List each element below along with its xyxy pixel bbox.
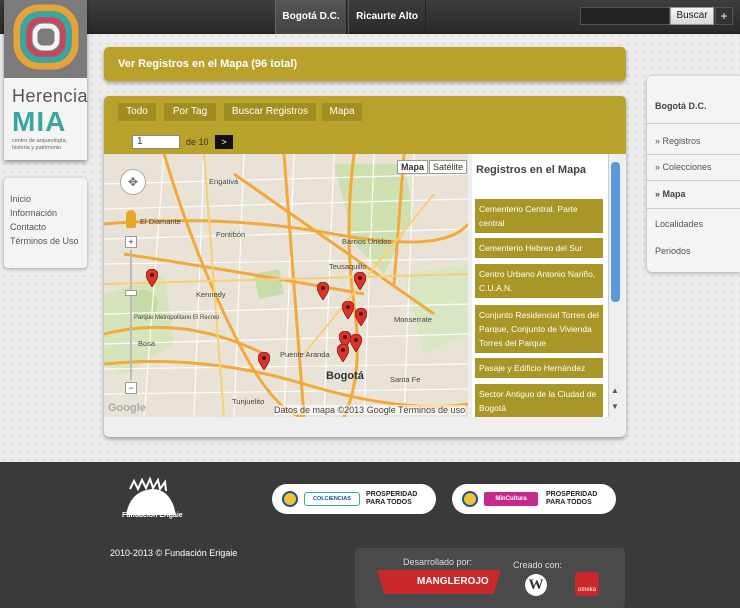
scroll-up-arrow-icon[interactable]: ▲ xyxy=(611,386,619,395)
map-panel: Todo Por Tag Buscar Registros Mapa 1 de … xyxy=(104,96,626,437)
map-type-satelite-button[interactable]: Satélite xyxy=(429,160,468,174)
logo-ring-icon xyxy=(13,4,79,70)
map-credit-text[interactable]: Datos de mapa ©2013 Google Términos de u… xyxy=(274,405,466,415)
map-label-fontibon: Fontibón xyxy=(216,230,245,239)
footer: Fundación Erigaie COLCIENCIAS PROSPERIDA… xyxy=(0,462,740,608)
right-menu-divider xyxy=(647,154,740,155)
tab-ricaurte-alto[interactable]: Ricaurte Alto xyxy=(348,0,426,34)
zoom-out-icon[interactable]: − xyxy=(125,382,137,394)
map-pan-control-icon[interactable]: ✥ xyxy=(120,169,146,195)
search-input[interactable] xyxy=(580,7,670,25)
credits-box: Desarrollado por: Creado con: MANGLEROJO… xyxy=(355,548,625,608)
desarrollado-por-label: Desarrollado por: xyxy=(403,557,473,567)
registro-item[interactable]: Centro Urbano Antonio Nariño, C.U.A.N. xyxy=(475,264,603,298)
map-marker-icon[interactable] xyxy=(145,268,159,288)
map-label-parque: Parque Metropolitano El Recreo xyxy=(134,315,220,321)
left-menu-item-terminos[interactable]: Términos de Uso xyxy=(10,234,81,248)
toolbar-todo-button[interactable]: Todo xyxy=(118,103,156,121)
right-menu-item-localidades[interactable]: Localidades xyxy=(655,219,703,229)
map-marker-icon[interactable] xyxy=(354,307,368,327)
map-marker-icon[interactable] xyxy=(257,351,271,371)
map-label-bogota: Bogotá xyxy=(326,370,365,382)
right-menu-divider xyxy=(647,180,740,181)
right-menu-item-registros[interactable]: » Registros xyxy=(655,136,701,146)
map-label-monserrate: Monserrate xyxy=(394,315,432,324)
right-menu-divider xyxy=(647,208,740,209)
mincultura-prosperidad-badge[interactable]: MinCultura PROSPERIDAD PARA TODOS xyxy=(452,484,616,514)
map-marker-icon[interactable] xyxy=(353,271,367,291)
left-menu-item-informacion[interactable]: Información xyxy=(10,206,81,220)
map-marker-icon[interactable] xyxy=(336,343,350,363)
registros-scrollbar[interactable]: ▲ ▼ xyxy=(608,154,622,417)
right-menu-item-periodos[interactable]: Periodos xyxy=(655,246,691,256)
map-label-teusaquillo: Teusaquillo xyxy=(329,262,367,271)
colombia-seal-icon xyxy=(282,491,298,507)
mincultura-logo: MinCultura xyxy=(484,492,538,506)
manglerojo-logo[interactable]: MANGLEROJO xyxy=(377,570,501,594)
tab-bogota[interactable]: Bogotá D.C. xyxy=(275,0,347,34)
right-menu: Bogotá D.C. » Registros » Colecciones » … xyxy=(647,76,740,272)
colciencias-logo: COLCIENCIAS xyxy=(304,492,360,506)
right-menu-divider xyxy=(647,123,740,124)
registro-item[interactable]: Sector Antiguo de la Ciudad de Bogotá xyxy=(475,384,603,417)
omeka-logo-icon[interactable]: omeka xyxy=(575,572,599,596)
zoom-in-icon[interactable]: + xyxy=(125,236,137,248)
page-title: Ver Registros en el Mapa (96 total) xyxy=(104,47,626,81)
logo-word-mia: MIA xyxy=(12,106,67,137)
page-number-input[interactable]: 1 xyxy=(132,135,180,149)
street-view-pegman-icon[interactable] xyxy=(126,210,136,228)
map-marker-icon[interactable] xyxy=(349,333,363,353)
map-type-mapa-button[interactable]: Mapa xyxy=(397,160,429,174)
scroll-down-arrow-icon[interactable]: ▼ xyxy=(611,402,619,411)
creado-con-label: Creado con: xyxy=(513,560,563,570)
next-page-button[interactable]: > xyxy=(215,135,233,149)
map-canvas[interactable]: Fontibón Engativá Kennedy Barrios Unidos… xyxy=(104,154,468,417)
map-label-el-diamante: El Diamante xyxy=(140,217,181,226)
map-label-tunjuelito: Tunjuelito xyxy=(232,397,264,406)
toolbar-mapa-button[interactable]: Mapa xyxy=(322,103,362,121)
registro-item[interactable]: Cementerio Hebreo del Sur xyxy=(475,238,603,258)
right-menu-heading[interactable]: Bogotá D.C. xyxy=(655,101,707,111)
right-menu-item-mapa[interactable]: » Mapa xyxy=(655,189,686,199)
zoom-slider-track[interactable] xyxy=(130,250,132,380)
colciencias-prosperidad-badge[interactable]: COLCIENCIAS PROSPERIDAD PARA TODOS xyxy=(272,484,436,514)
advanced-search-button[interactable]: + xyxy=(715,7,733,25)
search-button[interactable]: Buscar xyxy=(670,7,714,25)
map-content-area: Fontibón Engativá Kennedy Barrios Unidos… xyxy=(104,154,626,437)
prosperidad-logo: PROSPERIDAD PARA TODOS xyxy=(546,491,598,506)
map-label-engativa: Engativá xyxy=(209,177,239,186)
map-label-puente-aranda: Puente Aranda xyxy=(280,350,330,359)
registro-item[interactable]: Pasaje y Edificio Hernández xyxy=(475,358,603,378)
fundacion-erigaie-label: Fundación Erigaie xyxy=(122,512,183,519)
map-label-kennedy: Kennedy xyxy=(196,290,226,299)
logo-subtitle: centro de arqueología, historia y patrim… xyxy=(12,138,68,151)
registro-item[interactable]: Conjunto Residencial Torres del Parque, … xyxy=(475,305,603,353)
map-label-santa-fe: Santa Fe xyxy=(390,375,420,384)
colombia-seal-icon xyxy=(462,491,478,507)
map-marker-icon[interactable] xyxy=(316,281,330,301)
prosperidad-logo: PROSPERIDAD PARA TODOS xyxy=(366,491,418,506)
google-map[interactable]: Fontibón Engativá Kennedy Barrios Unidos… xyxy=(104,154,468,417)
registros-list: Registros en el Mapa Cementerio Central.… xyxy=(472,154,622,417)
left-menu-item-inicio[interactable]: Inicio xyxy=(10,192,81,206)
zoom-slider-handle[interactable] xyxy=(125,290,137,296)
wordpress-logo-icon[interactable]: W xyxy=(525,574,547,596)
toolbar-por-tag-button[interactable]: Por Tag xyxy=(164,103,216,121)
registro-item[interactable]: Cementerio Central. Parte central xyxy=(475,199,603,233)
page-count-label: de 10 xyxy=(186,137,209,147)
right-menu-item-colecciones[interactable]: » Colecciones xyxy=(655,162,712,172)
left-menu: Inicio Información Contacto Términos de … xyxy=(4,178,87,268)
map-label-bosa: Bosa xyxy=(138,339,156,348)
top-nav-bar: Bogotá D.C. Ricaurte Alto Buscar + xyxy=(0,0,740,34)
logo-word-herencia: Herencia xyxy=(12,86,89,106)
copyright-text: 2010-2013 © Fundación Erigaie xyxy=(110,548,238,558)
registros-list-title: Registros en el Mapa xyxy=(476,164,587,176)
left-menu-item-contacto[interactable]: Contacto xyxy=(10,220,81,234)
scrollbar-thumb[interactable] xyxy=(611,162,620,302)
site-logo[interactable]: Herencia MIA centro de arqueología, hist… xyxy=(4,0,89,160)
toolbar-buscar-registros-button[interactable]: Buscar Registros xyxy=(224,103,316,121)
map-marker-icon[interactable] xyxy=(341,300,355,320)
google-logo: Google xyxy=(108,402,146,414)
map-label-barrios-unidos: Barrios Unidos xyxy=(342,237,391,246)
